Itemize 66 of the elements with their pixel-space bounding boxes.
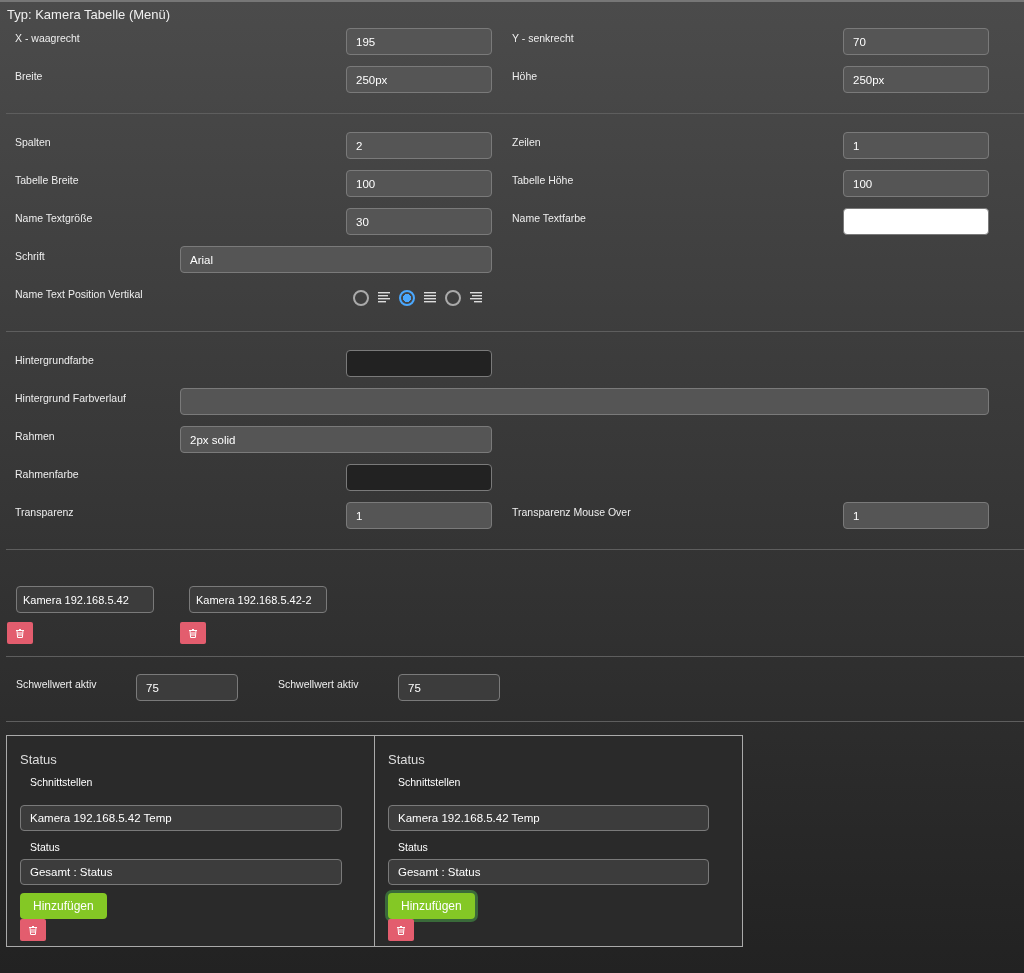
trash-icon	[397, 925, 405, 935]
status-field[interactable]: Gesamt : Status	[20, 859, 342, 885]
input-field[interactable]: 1	[843, 132, 989, 159]
field-label: Status	[30, 841, 60, 853]
field-label: Schwellwert aktiv	[278, 677, 360, 690]
field-label: Breite	[15, 69, 44, 82]
field-label: Schwellwert aktiv	[16, 677, 98, 690]
trash-icon	[29, 925, 37, 935]
delete-button[interactable]	[7, 622, 33, 644]
align-justify-icon	[424, 291, 436, 304]
color-field[interactable]	[346, 464, 492, 491]
input-field[interactable]: 1	[346, 502, 492, 529]
input-field[interactable]: 75	[136, 674, 238, 701]
align-left-icon	[378, 291, 390, 304]
field-label: Höhe	[512, 69, 539, 82]
trash-icon	[16, 628, 24, 638]
delete-button[interactable]	[20, 919, 46, 941]
field-label: Hintergrund Farbverlauf	[15, 391, 127, 404]
field-label: Spalten	[15, 135, 52, 148]
delete-button[interactable]	[180, 622, 206, 644]
field-label: Name Text Position Vertikal	[15, 287, 144, 300]
input-field[interactable]: 30	[346, 208, 492, 235]
field-label: Y - senkrecht	[512, 31, 575, 44]
field-label: Transparenz Mouse Over	[512, 505, 632, 518]
field-label: Status	[398, 841, 428, 853]
trash-icon	[189, 628, 197, 638]
radio-button[interactable]	[399, 289, 415, 306]
field-label: Rahmen	[15, 429, 56, 442]
input-field[interactable]: 2	[346, 132, 492, 159]
align-right-icon	[470, 291, 482, 304]
camera-name-field[interactable]: Kamera 192.168.5.42	[16, 586, 154, 613]
input-field[interactable]: 100	[843, 170, 989, 197]
radio-button[interactable]	[445, 289, 461, 306]
field-label: Schnittstellen	[398, 776, 461, 788]
camera-name-field[interactable]: Kamera 192.168.5.42-2	[189, 586, 327, 613]
field-label: Transparenz	[15, 505, 75, 518]
field-label: Rahmenfarbe	[15, 467, 80, 480]
input-field[interactable]	[180, 388, 989, 415]
input-field[interactable]: 250px	[843, 66, 989, 93]
input-field[interactable]: 100	[346, 170, 492, 197]
input-field[interactable]: 2px solid	[180, 426, 492, 453]
input-field[interactable]: Arial	[180, 246, 492, 273]
panel-title: Status	[388, 752, 425, 767]
color-field[interactable]	[843, 208, 989, 235]
input-field[interactable]: 250px	[346, 66, 492, 93]
status-field[interactable]: Gesamt : Status	[388, 859, 709, 885]
input-field[interactable]: 70	[843, 28, 989, 55]
input-field[interactable]: 195	[346, 28, 492, 55]
field-label: Name Textfarbe	[512, 211, 587, 224]
field-label: Tabelle Breite	[15, 173, 80, 186]
page-title: Typ: Kamera Tabelle (Menü)	[6, 7, 172, 24]
color-field[interactable]	[346, 350, 492, 377]
input-field[interactable]: 1	[843, 502, 989, 529]
delete-button[interactable]	[388, 919, 414, 941]
field-label: Schnittstellen	[30, 776, 93, 788]
field-label: Hintergrundfarbe	[15, 353, 95, 366]
field-label: Name Textgröße	[15, 211, 94, 224]
radio-button[interactable]	[353, 289, 369, 306]
panel-title: Status	[20, 752, 57, 767]
field-label: Schrift	[15, 249, 46, 262]
field-label: X - waagrecht	[15, 31, 81, 44]
interface-field[interactable]: Kamera 192.168.5.42 Temp	[20, 805, 342, 831]
field-label: Zeilen	[512, 135, 542, 148]
field-label: Tabelle Höhe	[512, 173, 575, 186]
input-field[interactable]: 75	[398, 674, 500, 701]
interface-field[interactable]: Kamera 192.168.5.42 Temp	[388, 805, 709, 831]
